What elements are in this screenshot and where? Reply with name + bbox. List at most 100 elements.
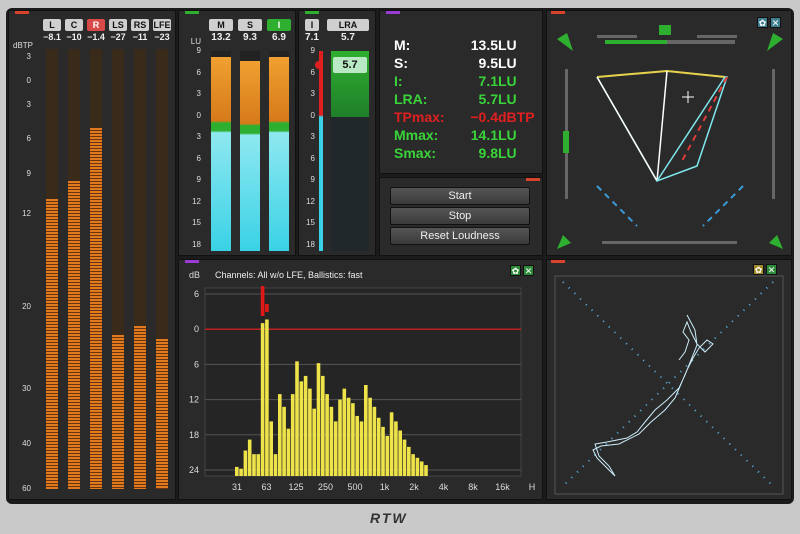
peak-bar-fill xyxy=(90,128,102,489)
spectrum-y-tick: 0 xyxy=(194,324,199,334)
spectrum-x-tick: 8k xyxy=(468,482,478,492)
surround-analyzer-panel: ✿ ✕ xyxy=(546,10,792,256)
spectrum-band-bar xyxy=(303,375,308,476)
spectrum-peak-marker xyxy=(260,286,265,316)
lra-scale-tick: 9 xyxy=(310,175,315,184)
spectrum-band-bar xyxy=(372,406,377,476)
spectrum-band-bar xyxy=(329,406,334,476)
loudness-scale-tick: 3 xyxy=(196,132,201,141)
lra-scale-tick: 6 xyxy=(310,67,315,77)
loudness-bar-fill xyxy=(211,57,231,251)
spectrum-band-bar xyxy=(299,381,304,476)
peak-scale-tick: 60 xyxy=(22,484,31,493)
readout-unit: LU xyxy=(498,55,517,71)
spectrum-band-bar xyxy=(355,415,359,476)
spectrum-chart[interactable]: 6 0 6 12 18 24 31 63 125 250 500 1k 2k 4k 8k 16k H xyxy=(179,260,544,501)
panel-color-tag xyxy=(386,11,400,14)
loudness-scale-tick: 6 xyxy=(196,67,201,77)
channel-label-2: R xyxy=(87,19,105,31)
spectrum-band-bar xyxy=(376,417,381,476)
spectrum-band-bar xyxy=(398,430,402,476)
spectrum-band-bar xyxy=(424,465,428,476)
readout-label: Mmax: xyxy=(394,127,439,143)
loudness-bar-label: M xyxy=(209,19,233,31)
spectrum-x-tick: 125 xyxy=(288,482,303,492)
spectrum-band-bar xyxy=(295,361,299,476)
loudness-bar-fill xyxy=(240,61,260,251)
spectrum-band-bar xyxy=(359,421,364,476)
panel-color-tag xyxy=(526,178,540,181)
vectorscope-display[interactable] xyxy=(547,260,793,501)
surround-display[interactable] xyxy=(547,11,793,257)
peak-scale-label: dBTP xyxy=(13,41,34,50)
channel-peak-value: −27 xyxy=(110,32,126,42)
loudness-bar-label: S xyxy=(238,19,262,31)
spectrum-band-bar xyxy=(286,428,291,476)
lra-label: LRA xyxy=(327,19,369,31)
readout-value: 5.7 xyxy=(478,91,498,107)
channel-label-3: LS xyxy=(109,19,127,31)
readout-unit: LU xyxy=(498,127,517,143)
readout-value: −0.4 xyxy=(470,109,498,125)
spectrum-band-bar xyxy=(338,399,342,476)
spectrum-peak-marker xyxy=(265,304,269,312)
rtw-logo: RTW xyxy=(370,510,408,526)
right-surround-speaker-icon xyxy=(769,235,783,249)
lra-scale-tick: 15 xyxy=(306,218,315,227)
spectrum-band-bar xyxy=(316,363,321,476)
readout-value: 9.5 xyxy=(478,55,498,71)
readout-label: M: xyxy=(394,37,411,53)
peak-bar-track xyxy=(112,49,124,489)
readout-unit: LU xyxy=(498,91,517,107)
readout-unit: LU xyxy=(498,145,517,161)
spectrum-band-bar xyxy=(411,454,415,476)
spectrum-band-bar xyxy=(368,397,372,476)
spectrum-band-bar xyxy=(407,446,411,476)
lra-scale-tick: 12 xyxy=(306,196,315,206)
spectrum-band-bar xyxy=(333,421,338,476)
readout-label: I: xyxy=(394,73,403,89)
loudness-bars-panel: LU M 13.2 S 9.3 I 6.9 9 6 3 0 3 6 9 12 15 18 xyxy=(178,10,296,256)
reset-loudness-button[interactable]: Reset Loudness xyxy=(390,227,530,245)
loudness-scale-tick: 0 xyxy=(196,110,201,120)
spectrum-band-bar xyxy=(321,375,325,476)
readout-value: 7.1 xyxy=(478,73,498,89)
spectrum-band-bar xyxy=(394,421,398,476)
spectrum-x-tick: 63 xyxy=(261,482,271,492)
spectrum-x-tick: 1k xyxy=(380,482,390,492)
peak-scale-tick: 9 xyxy=(26,169,31,178)
spectrum-band-bar xyxy=(312,408,316,476)
spectrum-y-tick: 18 xyxy=(189,430,199,440)
spectrum-band-bar xyxy=(278,394,282,476)
spectrum-x-tick: 250 xyxy=(318,482,333,492)
start-button[interactable]: Start xyxy=(390,187,530,205)
lra-scale-tick: 6 xyxy=(310,153,315,163)
spectrum-band-bar xyxy=(243,450,248,476)
loudness-scale-tick: 9 xyxy=(196,175,201,184)
readout-value: 14.1 xyxy=(470,127,498,143)
integrated-label: I xyxy=(305,19,319,31)
spectrum-band-bar xyxy=(389,412,394,476)
spectrum-band-bar xyxy=(402,439,407,476)
spectrum-band-bar xyxy=(415,457,420,476)
spectrum-y-tick: 24 xyxy=(189,465,199,475)
spectrum-panel: dB Channels: All w/o LFE, Ballistics: fa… xyxy=(178,259,543,500)
left-surround-speaker-icon xyxy=(557,235,571,249)
spectrum-x-tick: 2k xyxy=(409,482,419,492)
peak-bar-fill xyxy=(134,326,146,489)
peak-bar-fill xyxy=(46,198,58,489)
spectrum-band-bar xyxy=(419,461,424,476)
integrated-bar xyxy=(319,51,323,251)
spectrum-y-tick: 6 xyxy=(194,359,199,369)
channel-label-1: C xyxy=(65,19,83,31)
peak-bar-fill xyxy=(112,335,124,489)
lra-scale-tick: 0 xyxy=(310,110,315,120)
lra-marker: 5.7 xyxy=(333,57,367,73)
stop-button[interactable]: Stop xyxy=(390,207,530,225)
readout-label: Smax: xyxy=(394,145,437,161)
spectrum-band-bar xyxy=(381,426,385,476)
readout-label: TPmax: xyxy=(394,109,445,125)
peak-meter-panel: L −8.1 C −10 R −1.4 LS −27 RS −11 LFE −23 dBTP 3036… xyxy=(8,10,176,500)
spectrum-band-bar xyxy=(346,397,351,476)
loudness-scale-tick: 18 xyxy=(192,239,201,249)
